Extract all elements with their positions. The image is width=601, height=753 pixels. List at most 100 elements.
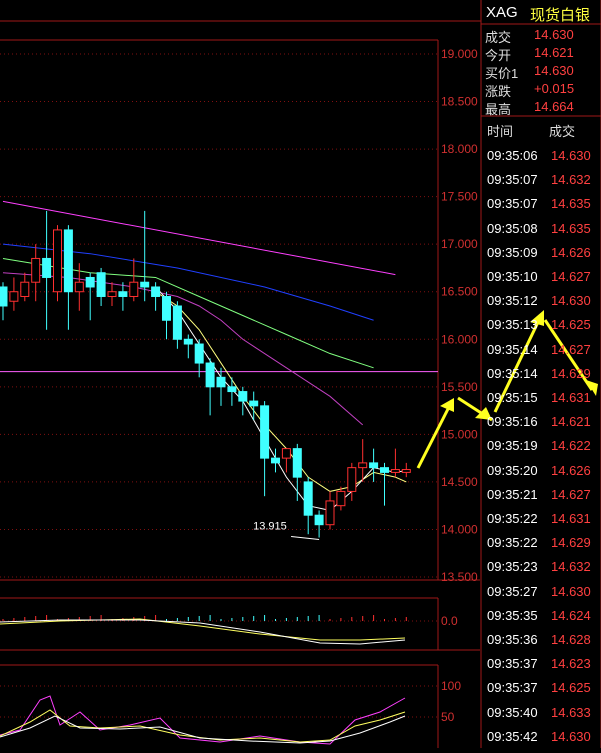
candle-down [162,295,171,321]
quote-value: 14.630 [534,63,574,78]
candle-up [358,462,368,469]
kdj-100-label: 100 [441,679,461,693]
trade-price: 14.622 [551,438,591,454]
trade-time: 09:35:15 [487,390,538,405]
candlesticks [0,210,411,538]
candle-down [205,362,215,388]
trade-time: 09:35:23 [487,559,538,575]
candle-down [216,376,226,388]
moving-average-lines [2,200,407,511]
trade-price: 14.628 [551,632,591,647]
trades-header-time: 时间 [487,124,514,139]
candle-up [9,291,19,302]
candle-up [325,500,335,526]
candle-down [118,291,128,297]
y-tick-label: 17.500 [441,190,478,204]
trade-time: 09:35:27 [487,583,538,599]
y-tick-label: 18.500 [441,95,478,109]
ma-line [155,291,407,492]
candle-up [31,257,41,283]
macd-zero-label: 0.0 [441,614,458,628]
quote-value: 14.621 [534,45,574,60]
quote-value: 14.664 [534,99,574,114]
trade-price: 14.635 [551,220,591,236]
y-tick-label: 15.500 [441,380,478,394]
candle-down [0,286,8,307]
y-tick-label: 17.000 [441,237,478,251]
low-price-label: 13.915 [253,521,287,533]
trade-time: 09:35:37 [487,656,538,672]
trade-price: 14.623 [551,656,591,672]
trade-price: 14.624 [551,607,591,623]
trade-price: 14.635 [551,196,591,212]
candle-up [129,281,139,297]
candle-down [42,257,52,278]
trade-price: 14.631 [551,511,591,526]
candle-down [380,467,389,473]
trade-price: 14.627 [551,269,591,284]
candle-down [194,343,204,364]
trade-time: 09:35:08 [487,220,538,236]
trade-time: 09:35:21 [487,486,538,502]
candle-up [281,448,291,459]
candle-up [107,291,117,297]
quote-label: 成交 [485,30,512,45]
trade-price: 14.632 [551,559,591,575]
symbol-code: XAG [486,4,518,21]
candle-down [227,386,237,393]
annotations: 13.915 [253,521,320,541]
candle-down [238,391,248,402]
y-tick-label: 16.500 [441,285,478,299]
candle-up [53,229,62,293]
quote-value: 14.630 [534,27,574,42]
candle-up [347,467,357,492]
trade-time: 09:35:16 [487,414,538,430]
candle-down [249,400,259,407]
symbol-name: 现货白银 [530,7,591,24]
trade-time: 09:35:40 [487,704,538,720]
candle-down [172,305,182,340]
trade-time: 09:35:22 [487,535,538,551]
y-tick-label: 13.500 [441,570,478,584]
kdj-panel: 100 50 [0,679,461,745]
candle-down [63,229,73,293]
candle-up [401,469,411,473]
price-axis: 19.000 18.500 18.000 17.500 17.000 16.500 16.0… [441,47,478,584]
trade-time: 09:35:13 [487,317,538,333]
trade-price: 14.627 [551,341,591,357]
trade-time: 09:35:35 [487,607,538,623]
trade-price: 14.630 [551,293,591,309]
kdj-50-label: 50 [441,710,455,724]
candle-down [85,276,95,288]
y-tick-label: 14.000 [441,522,478,536]
trade-price: 14.627 [551,486,591,502]
low-pointer [291,536,320,541]
candle-up [390,469,400,473]
trade-time: 09:35:19 [487,438,538,454]
trade-time: 09:35:12 [487,293,538,309]
trade-time: 09:35:36 [487,632,538,647]
trade-price: 14.630 [551,148,591,163]
trade-time: 09:35:14 [487,341,538,357]
trade-time: 09:35:10 [487,269,538,284]
candle-down [369,462,379,469]
trade-time: 09:35:42 [487,728,538,744]
trade-time: 09:35:14 [487,365,538,381]
kdj-k-line [0,715,406,744]
quote-label: 涨跌 [485,84,512,99]
candle-down [96,272,106,297]
trade-time: 09:35:07 [487,172,538,188]
trade-price: 14.621 [551,414,591,430]
trade-time: 09:35:22 [487,511,538,526]
y-tick-label: 14.500 [441,475,478,489]
candle-up [336,490,346,507]
y-tick-label: 18.000 [441,142,478,156]
trade-price: 14.632 [551,172,591,188]
trade-price: 14.626 [551,462,591,478]
price-grid [0,53,438,578]
y-tick-label: 15.000 [441,427,478,441]
candle-down [314,514,324,526]
candle-down [140,281,150,288]
macd-panel: 0.0 [0,614,458,645]
candle-down [260,405,270,459]
